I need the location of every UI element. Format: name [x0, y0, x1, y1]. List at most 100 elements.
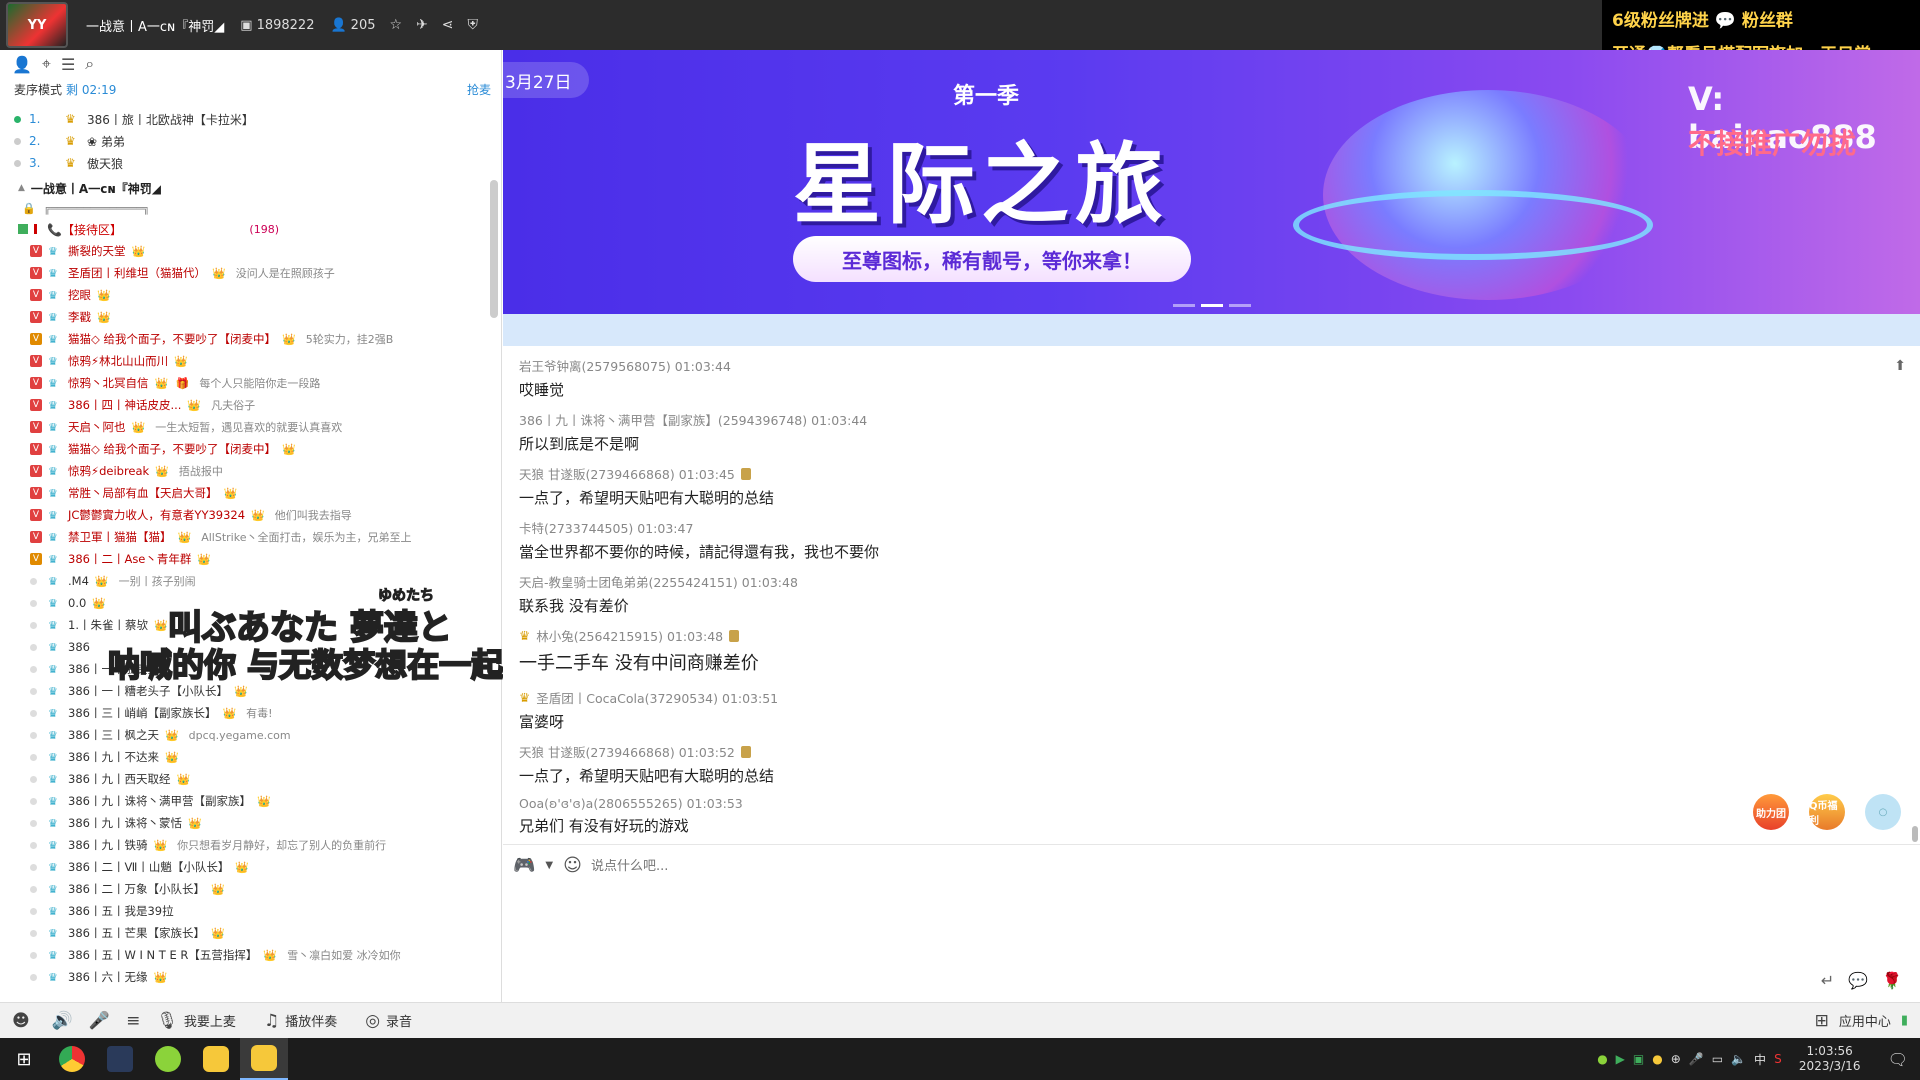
banner-cta[interactable]: 至尊图标，稀有靓号，等你来拿！	[793, 236, 1191, 282]
equalizer-icon[interactable]: ≡	[126, 1011, 140, 1031]
pager-dot-active[interactable]	[1201, 304, 1223, 307]
record-button[interactable]: ◎ 录音	[365, 1011, 412, 1031]
list-item[interactable]: ♛ 386丨九丨西天取经 👑	[0, 768, 501, 790]
list-icon[interactable]: ☰	[61, 55, 75, 74]
chat-message[interactable]: 岩王爷钟离(2579568075) 01:03:44 哎睡觉	[519, 356, 731, 400]
list-item[interactable]: ♛ 386丨五丨我是39拉	[0, 900, 501, 922]
flower-icon[interactable]: 🌹	[1882, 971, 1902, 990]
queue-item[interactable]: 2. ♛ ❀ 弟弟	[0, 130, 501, 152]
list-item[interactable]: V ♛ 猫猫◇ 给我个面子，不要吵了【闭麦中】 👑	[0, 438, 501, 460]
tray-app-icon[interactable]: ●	[1597, 1052, 1607, 1066]
message-sender[interactable]: 天狼 甘遂販(2739466868) 01:03:52	[519, 742, 735, 761]
go-on-mic-button[interactable]: 🎙 我要上麦	[156, 1011, 236, 1031]
speaker-icon[interactable]: 🔊	[52, 1011, 73, 1031]
list-item[interactable]: V ♛ 惊鸦⚡林北山山而川 👑	[0, 350, 501, 372]
chat-bubble-icon[interactable]: 💬	[1848, 971, 1868, 990]
queue-item[interactable]: 1. ♛ 386丨旅丨北欧战神【卡拉米】	[0, 108, 501, 130]
chat-scrollbar[interactable]	[1912, 826, 1918, 842]
search-icon[interactable]: ⌕	[85, 54, 94, 74]
message-sender[interactable]: 卡特(2733744505) 01:03:47	[519, 518, 693, 537]
chat-message[interactable]: 天启-教皇骑士团龟弟弟(2255424151) 01:03:48 联系我 没有差价	[519, 572, 798, 616]
notification-icon[interactable]: 🗨	[1888, 1050, 1908, 1069]
list-item[interactable]: V ♛ 386丨二丨Ase丶青年群 👑	[0, 548, 501, 570]
collapse-icon[interactable]: ▲	[18, 183, 25, 193]
reception-zone[interactable]: 📞【接待区】 (198)	[0, 218, 501, 240]
channel-name[interactable]: ▲ 一战意丨A一ᴄɴ『神罚◢	[0, 178, 501, 198]
chrome-icon[interactable]	[48, 1038, 96, 1080]
location-icon[interactable]: ⌖	[42, 54, 51, 74]
app-center-button[interactable]: 应用中心	[1839, 1011, 1891, 1030]
message-sender[interactable]: 圣盾团丨CocaCola(37290534) 01:03:51	[536, 688, 778, 707]
list-item[interactable]: V ♛ 猫猫◇ 给我个面子，不要吵了【闭麦中】 👑 5轮实力，挂2强B	[0, 328, 501, 350]
list-item[interactable]: ♛ 386丨二丨万象【小队长】 👑	[0, 878, 501, 900]
message-sender[interactable]: 林小兔(2564215915) 01:03:48	[536, 626, 723, 645]
list-item[interactable]: ♛ 386丨二丨Ⅶ丨山魈【小队长】 👑	[0, 856, 501, 878]
windows-start-icon[interactable]: ⊞	[0, 1038, 48, 1080]
list-item[interactable]: V ♛ 惊鸦⚡deibreak 👑 捂战报中	[0, 460, 501, 482]
tray-network-icon[interactable]: ⊕	[1671, 1052, 1681, 1066]
system-clock[interactable]: 1:03:56 2023/3/16	[1790, 1044, 1870, 1074]
tray-mic-icon[interactable]: 🎤	[1689, 1052, 1704, 1066]
list-item[interactable]: ♛ 386丨六丨无缘 👑	[0, 966, 501, 988]
list-item[interactable]: V ♛ 挖眼 👑	[0, 284, 501, 306]
play-music-button[interactable]: ♫ 播放伴奏	[264, 1011, 337, 1031]
message-sender[interactable]: 天启-教皇骑士团龟弟弟(2255424151) 01:03:48	[519, 572, 798, 591]
list-item[interactable]: V ♛ 李戳 👑	[0, 306, 501, 328]
grid-icon[interactable]: ⊞	[1815, 1011, 1829, 1031]
helper-group-button[interactable]: 助力团	[1753, 794, 1789, 830]
list-item[interactable]: V ♛ 386丨四丨神话皮皮... 👑 凡夫俗子	[0, 394, 501, 416]
message-sender[interactable]: 岩王爷钟离(2579568075) 01:03:44	[519, 356, 731, 375]
tray-volume-icon[interactable]: 🔈	[1731, 1052, 1746, 1066]
pager-dot[interactable]	[1173, 304, 1195, 307]
tray-sogou-icon[interactable]: S	[1774, 1052, 1782, 1066]
game-app-icon[interactable]	[96, 1038, 144, 1080]
ime-indicator[interactable]: 中	[1754, 1051, 1766, 1068]
chat-message[interactable]: 386丨九丨诛将丶满甲营【副家族】(2594396748) 01:03:44 所以…	[519, 410, 867, 454]
queue-item[interactable]: 3. ♛ 傲天狼	[0, 152, 501, 174]
yy-app-icon[interactable]	[192, 1038, 240, 1080]
sub-channel[interactable]: 🔒 ╔══════════════╗	[0, 198, 501, 218]
event-banner[interactable]: 3月27日 第一季 星际之旅 至尊图标，稀有靓号，等你来拿！ V: baipao…	[503, 50, 1920, 314]
scroll-top-icon[interactable]: ⬆	[1894, 358, 1906, 374]
tray-monitor-icon[interactable]: ▭	[1712, 1052, 1723, 1066]
grab-mic-button[interactable]: 抢麦	[467, 81, 491, 98]
message-sender[interactable]: 386丨九丨诛将丶满甲营【副家族】(2594396748) 01:03:44	[519, 410, 867, 429]
message-sender[interactable]: Ooa(ʚ'ɞ'ɞ)a(2806555265) 01:03:53	[519, 796, 743, 811]
list-item[interactable]: ♛ 386丨九丨诛将丶满甲营【副家族】 👑	[0, 790, 501, 812]
chat-message[interactable]: 天狼 甘遂販(2739466868) 01:03:52 一点了，希望明天贴吧有大聪…	[519, 742, 774, 786]
list-item[interactable]: ♛ 386丨九丨诛将丶蒙恬 👑	[0, 812, 501, 834]
pager-dot[interactable]	[1229, 304, 1251, 307]
list-item[interactable]: ♛ 386丨五丨W I N T E R【五营指挥】 👑 雪丶凛白如爱 冰冷如你	[0, 944, 501, 966]
gamepad-icon[interactable]: 🎮	[513, 855, 535, 876]
list-item[interactable]: V ♛ 圣盾团丨利维坦（猫猫代） 👑 没问人是在照顾孩子	[0, 262, 501, 284]
emoji-icon[interactable]: ☺	[563, 855, 582, 876]
star-icon[interactable]: ☆	[390, 17, 403, 33]
list-item[interactable]: ♛ 386丨五丨芒果【家族长】 👑	[0, 922, 501, 944]
chat-message[interactable]: 卡特(2733744505) 01:03:47 當全世界都不要你的時候，請記得還有…	[519, 518, 879, 562]
avatar[interactable]: ☻	[12, 1011, 30, 1031]
expand-icon[interactable]	[18, 224, 28, 234]
chat-message[interactable]: 天狼 甘遂販(2739466868) 01:03:45 一点了，希望明天贴吧有大聪…	[519, 464, 774, 508]
more-icon[interactable]: ○	[1865, 794, 1901, 830]
user-icon[interactable]: 👤	[12, 55, 32, 74]
list-item[interactable]: V ♛ JC鬱鬱實力收人，有意者YY39324 👑 他们叫我去指导	[0, 504, 501, 526]
list-item[interactable]: V ♛ 禁卫軍丨猫猫【猫】 👑 AllStrike丶全面打击，娱乐为主，兄弟至上	[0, 526, 501, 548]
list-item[interactable]: V ♛ 惊鸦丶北冥自信 👑 🎁 每个人只能陪你走一段路	[0, 372, 501, 394]
room-logo[interactable]: YY	[6, 2, 68, 48]
plane-icon[interactable]: ✈	[416, 17, 428, 33]
list-item[interactable]: V ♛ 天启丶阿也 👑 一生太短暂，遇见喜欢的就要认真喜欢	[0, 416, 501, 438]
yy-app-active-icon[interactable]	[240, 1038, 288, 1080]
chat-input[interactable]	[591, 859, 1191, 874]
mic-icon[interactable]: 🎤	[89, 1011, 110, 1031]
send-icon[interactable]: ↵	[1821, 971, 1834, 990]
user-list-scrollbar[interactable]	[490, 180, 498, 318]
list-item[interactable]: ♛ 386丨九丨不达来 👑	[0, 746, 501, 768]
chat-message[interactable]: ♛ 林小兔(2564215915) 01:03:48 一手二手车 没有中间商赚差价	[519, 626, 759, 675]
list-item[interactable]: ♛ 386丨三丨枫之天 👑 dpcq.yegame.com	[0, 724, 501, 746]
message-sender[interactable]: 天狼 甘遂販(2739466868) 01:03:45	[519, 464, 735, 483]
tray-yy-icon[interactable]: ●	[1652, 1052, 1662, 1066]
tray-wechat-icon[interactable]: ▣	[1633, 1052, 1644, 1066]
chat-message[interactable]: Ooa(ʚ'ɞ'ɞ)a(2806555265) 01:03:53 兄弟们 有没有好…	[519, 796, 743, 836]
list-item[interactable]: ♛ 386丨三丨峭峭【副家族长】 👑 有毒!	[0, 702, 501, 724]
chat-message[interactable]: ♛ 圣盾团丨CocaCola(37290534) 01:03:51 富婆呀	[519, 688, 778, 732]
